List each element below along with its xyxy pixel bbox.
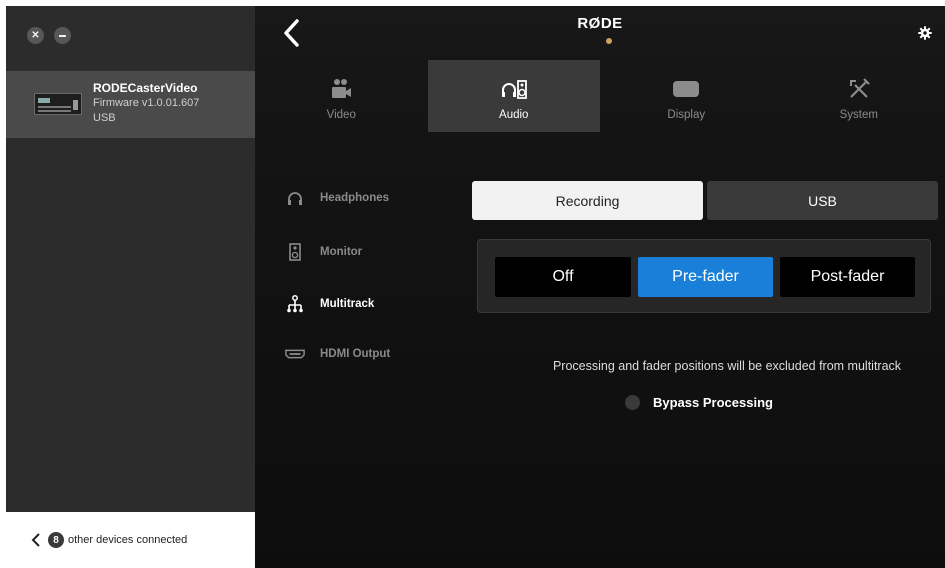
device-card[interactable]: RODECasterVideo Firmware v1.0.01.607 USB — [6, 71, 255, 138]
device-sidebar: ✕ RODECasterVideo Firmware v1.0.01.607 U… — [6, 6, 255, 568]
hdmi-icon — [285, 349, 305, 359]
device-firmware: Firmware v1.0.01.607 — [93, 97, 200, 109]
bypass-label: Bypass Processing — [653, 395, 773, 410]
subnav-item-multitrack[interactable]: Multitrack — [285, 295, 374, 313]
tab-video-label: Video — [326, 109, 356, 121]
tab-video[interactable]: Video — [255, 60, 428, 132]
subnav-item-monitor[interactable]: Monitor — [285, 243, 362, 261]
top-bar: RØDE — [255, 6, 945, 60]
subnav-item-headphones[interactable]: Headphones — [285, 191, 389, 205]
tab-audio[interactable]: Audio — [427, 60, 600, 132]
subnav-multitrack-label: Multitrack — [320, 298, 375, 310]
usb-tab[interactable]: USB — [707, 181, 938, 220]
bypass-radio[interactable] — [625, 395, 640, 410]
tab-audio-label: Audio — [499, 109, 529, 121]
tab-display[interactable]: Display — [600, 60, 773, 132]
off-button[interactable]: Off — [495, 257, 631, 297]
device-name: RODECasterVideo — [93, 81, 198, 95]
source-toggle: Recording USB — [472, 181, 938, 220]
chevron-left-icon[interactable] — [28, 532, 44, 548]
minimize-icon[interactable] — [54, 27, 71, 44]
subnav-item-hdmi-output[interactable]: HDMI Output — [285, 348, 390, 360]
speaker-icon — [289, 243, 301, 261]
main-panel: RØDE Video Audio Display System Headphon… — [255, 6, 945, 568]
video-camera-icon — [332, 79, 352, 98]
device-thumbnail-icon — [34, 93, 82, 115]
close-icon[interactable]: ✕ — [27, 27, 44, 44]
other-devices-footer[interactable]: 8 other devices connected — [6, 512, 255, 568]
tools-icon — [849, 78, 870, 98]
subnav-headphones-label: Headphones — [320, 192, 390, 204]
gear-icon[interactable] — [918, 26, 932, 40]
brand-indicator-dot — [606, 38, 612, 44]
brand-logo: RØDE — [577, 15, 623, 32]
subnav-monitor-label: Monitor — [320, 246, 363, 258]
pre-fader-button[interactable]: Pre-fader — [638, 257, 773, 297]
tab-display-label: Display — [667, 109, 706, 121]
multitrack-mode-selector: Off Pre-fader Post-fader — [477, 239, 931, 313]
tab-system-label: System — [839, 109, 878, 121]
multitrack-info-text: Processing and fader positions will be e… — [552, 359, 902, 373]
headphones-speaker-icon — [501, 80, 527, 99]
multitrack-icon — [287, 295, 303, 313]
post-fader-button[interactable]: Post-fader — [780, 257, 915, 297]
device-count-badge: 8 — [48, 532, 64, 548]
subnav-hdmi-label: HDMI Output — [320, 348, 391, 360]
tab-system[interactable]: System — [773, 60, 945, 132]
bypass-processing-option[interactable]: Bypass Processing — [625, 395, 773, 410]
headphones-icon — [288, 192, 302, 205]
recording-tab[interactable]: Recording — [472, 181, 703, 220]
display-icon — [673, 81, 700, 97]
other-devices-label: other devices connected — [68, 534, 188, 546]
category-tabs: Video Audio Display System — [255, 60, 945, 132]
device-connection: USB — [93, 112, 116, 124]
